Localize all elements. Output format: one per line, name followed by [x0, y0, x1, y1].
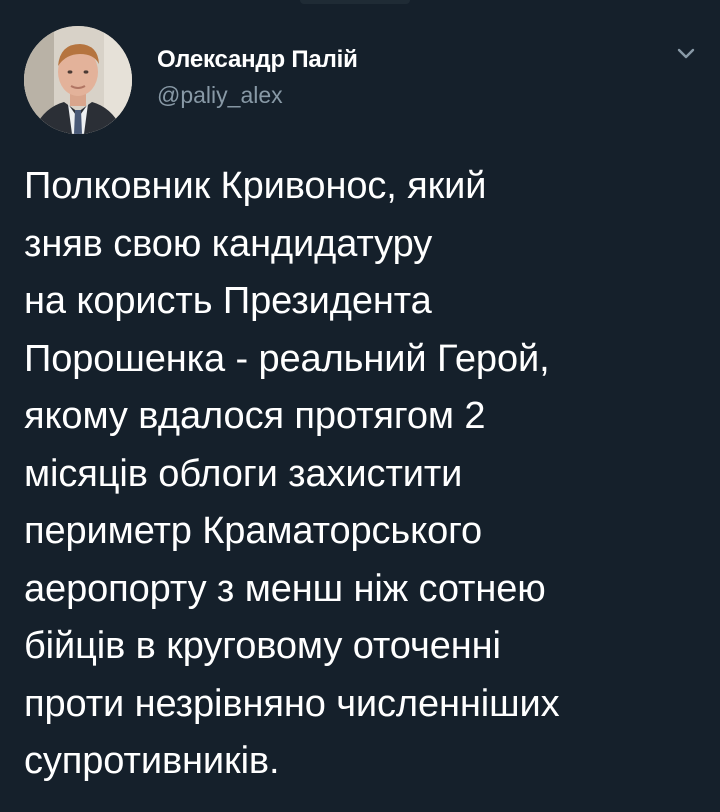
author-name[interactable]: Олександр Палій	[157, 46, 358, 74]
chevron-down-icon[interactable]	[672, 40, 700, 68]
tweet-text: Полковник Кривонос, який зняв свою канди…	[24, 165, 560, 782]
tweet-card: Олександр Палій @paliy_alex Полковник Кр…	[0, 0, 720, 812]
top-edge-fragment	[300, 0, 410, 4]
author-avatar[interactable]	[24, 26, 132, 134]
author-handle[interactable]: @paliy_alex	[157, 82, 283, 109]
user-avatar-icon	[24, 26, 132, 134]
